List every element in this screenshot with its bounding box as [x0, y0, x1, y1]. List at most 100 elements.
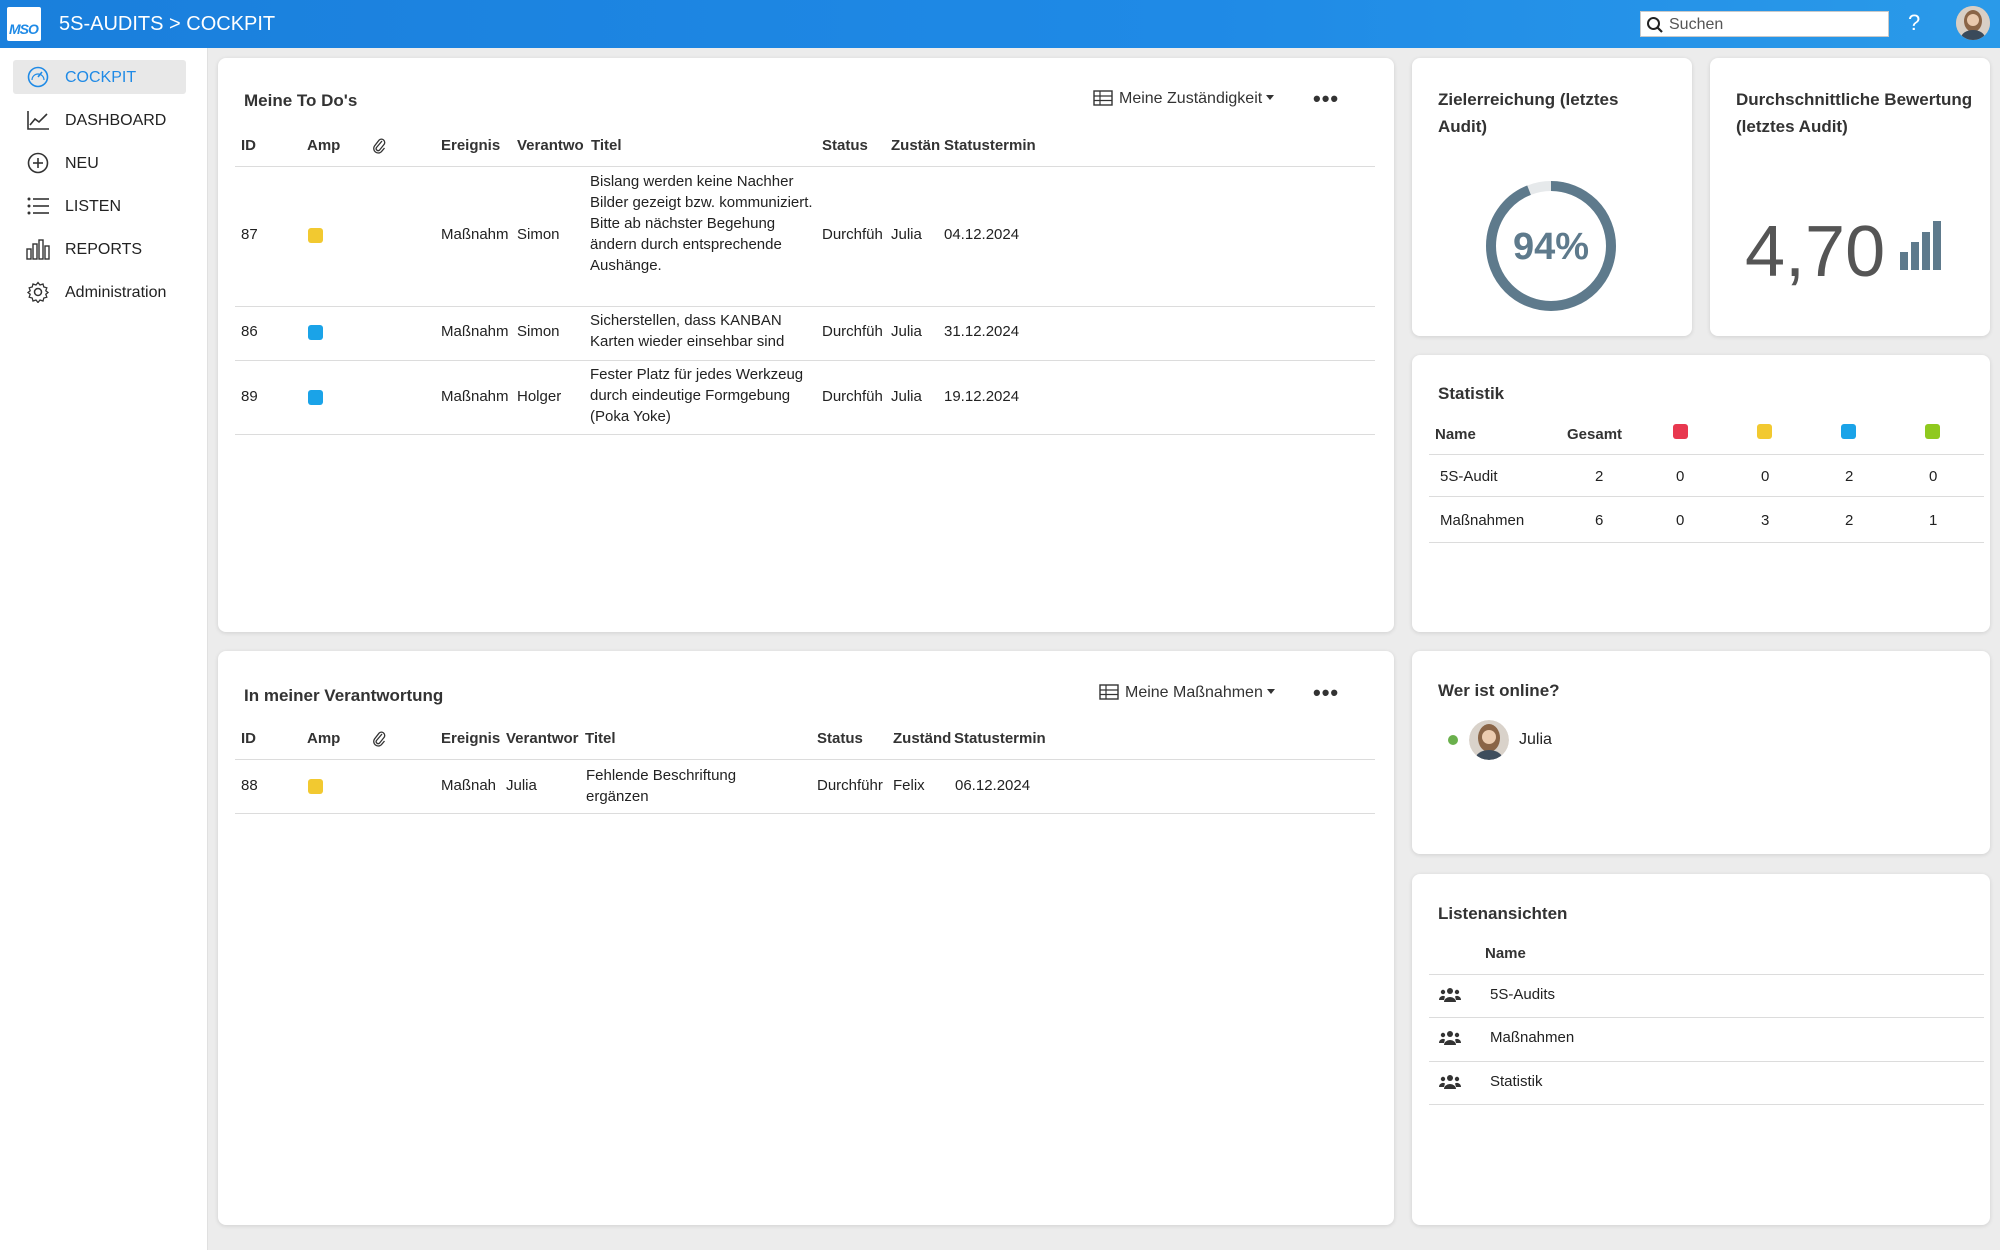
- signal-bars-icon: [1900, 221, 1941, 270]
- bar-chart-icon: [26, 239, 50, 260]
- row-status: Durchfüh: [822, 323, 883, 340]
- sidebar-item-neu[interactable]: NEU: [13, 146, 186, 180]
- stats-row-green: 1: [1929, 512, 1938, 529]
- col-status[interactable]: Status: [822, 137, 868, 154]
- lists-col-name: Name: [1485, 945, 1526, 962]
- breadcrumb[interactable]: 5S-AUDITS > COCKPIT: [59, 13, 275, 36]
- row-ereignis: Maßnahm: [441, 388, 509, 405]
- col-amp[interactable]: Amp: [307, 137, 340, 154]
- row-statustermin: 04.12.2024: [944, 226, 1020, 243]
- todos-view-select[interactable]: Meine Zuständigkeit: [1093, 90, 1275, 108]
- paperclip-icon[interactable]: [372, 137, 386, 154]
- rating-value: 4,70: [1745, 212, 1886, 292]
- row-divider: [1429, 542, 1984, 543]
- row-divider: [235, 434, 1375, 435]
- user-avatar[interactable]: [1956, 6, 1990, 40]
- col-verantwortlich[interactable]: Verantwor: [506, 730, 582, 747]
- online-user-avatar: [1469, 720, 1509, 760]
- table-icon: [1099, 684, 1119, 700]
- search-box[interactable]: [1640, 11, 1889, 37]
- col-status[interactable]: Status: [817, 730, 863, 747]
- gauge-icon: [27, 66, 49, 88]
- sidebar-item-dashboard[interactable]: DASHBOARD: [13, 103, 186, 137]
- list-item-label: 5S-Audits: [1490, 986, 1556, 1003]
- col-titel[interactable]: Titel: [591, 137, 622, 154]
- sidebar-item-listen[interactable]: LISTEN: [13, 189, 186, 223]
- line-chart-icon: [27, 111, 49, 130]
- col-id[interactable]: ID: [241, 137, 256, 154]
- list-item-label: Statistik: [1490, 1073, 1543, 1090]
- sidebar-item-label: LISTEN: [65, 198, 122, 215]
- row-statustermin: 19.12.2024: [944, 388, 1020, 405]
- col-statustermin[interactable]: Statustermin: [954, 730, 1046, 747]
- sidebar-item-label: COCKPIT: [65, 69, 137, 86]
- sidebar-item-label: DASHBOARD: [65, 112, 167, 129]
- stats-row-blue: 2: [1845, 468, 1854, 485]
- col-id[interactable]: ID: [241, 730, 256, 747]
- stats-col-name: Name: [1435, 426, 1476, 443]
- online-title: Wer ist online?: [1438, 681, 1560, 700]
- sidebar-item-reports[interactable]: REPORTS: [13, 232, 186, 266]
- row-zustaendig: Julia: [891, 388, 922, 405]
- users-group-icon: [1439, 988, 1461, 1002]
- col-zustaendig[interactable]: Zuständ: [893, 730, 953, 747]
- list-item-label: Maßnahmen: [1490, 1029, 1575, 1046]
- col-zustaendig[interactable]: Zustän: [891, 137, 943, 154]
- stats-row-yellow: 0: [1761, 468, 1770, 485]
- online-card: Wer ist online? Julia: [1412, 651, 1990, 854]
- chevron-down-icon: [1266, 95, 1275, 100]
- lists-card: Listenansichten Name 5S-Audits Maßnahmen…: [1412, 874, 1990, 1225]
- col-amp[interactable]: Amp: [307, 730, 340, 747]
- row-statustermin: 06.12.2024: [955, 777, 1031, 794]
- col-verantwortlich[interactable]: Verantwo: [517, 137, 587, 154]
- paperclip-icon[interactable]: [372, 730, 386, 747]
- todos-card: Meine To Do's Meine Zuständigkeit ••• ID…: [218, 58, 1394, 632]
- row-id: 89: [241, 388, 258, 405]
- header-divider: [235, 166, 1375, 167]
- online-user-name: Julia: [1519, 731, 1552, 748]
- plus-circle-icon: [27, 152, 49, 174]
- row-zustaendig: Julia: [891, 226, 922, 243]
- table-icon: [1093, 90, 1113, 106]
- search-input[interactable]: [1669, 15, 1884, 35]
- row-divider: [1429, 1017, 1984, 1018]
- col-statustermin[interactable]: Statustermin: [944, 137, 1036, 154]
- row-divider: [1429, 496, 1984, 497]
- status-blue-indicator: [308, 325, 323, 340]
- goal-title: Zielerreichung (letztes Audit): [1438, 90, 1619, 136]
- todos-view-label: Meine Zuständigkeit: [1119, 90, 1263, 107]
- row-divider: [235, 360, 1375, 361]
- responsibility-card: In meiner Verantwortung Meine Maßnahmen …: [218, 651, 1394, 1225]
- app-logo[interactable]: MSO: [7, 7, 41, 41]
- lists-title: Listenansichten: [1438, 904, 1568, 923]
- sidebar-item-administration[interactable]: Administration: [13, 275, 186, 309]
- sidebar-item-label: REPORTS: [65, 241, 143, 258]
- responsibility-more-button[interactable]: •••: [1313, 680, 1339, 706]
- todos-more-button[interactable]: •••: [1313, 86, 1339, 112]
- logo-text: MSO: [9, 21, 39, 37]
- stats-row-yellow: 3: [1761, 512, 1770, 529]
- stats-col-total: Gesamt: [1567, 426, 1623, 443]
- row-zustaendig: Julia: [891, 323, 922, 340]
- sidebar-item-cockpit[interactable]: COCKPIT: [13, 60, 186, 94]
- help-button[interactable]: ?: [1908, 10, 1920, 36]
- col-titel[interactable]: Titel: [585, 730, 616, 747]
- responsibility-title: In meiner Verantwortung: [244, 686, 444, 705]
- row-titel: Bislang werden keine Nachher Bilder geze…: [590, 173, 813, 274]
- row-divider: [1429, 1061, 1984, 1062]
- col-ereignis[interactable]: Ereignis: [441, 137, 500, 154]
- header-divider: [1429, 454, 1984, 455]
- users-group-icon: [1439, 1031, 1461, 1045]
- stats-row-total: 2: [1595, 468, 1604, 485]
- stats-card: Statistik Name Gesamt 5S-Audit 2 0 0 2 0…: [1412, 355, 1990, 632]
- responsibility-view-select[interactable]: Meine Maßnahmen: [1099, 684, 1275, 702]
- row-divider: [235, 306, 1375, 307]
- stats-row-green: 0: [1929, 468, 1938, 485]
- row-ereignis: Maßnahm: [441, 226, 509, 243]
- col-ereignis[interactable]: Ereignis: [441, 730, 500, 747]
- row-verantwortlich: Holger: [517, 388, 562, 405]
- row-titel: Sicherstellen, dass KANBAN Karten wieder…: [590, 312, 785, 350]
- rating-title: Durchschnittliche Bewertung (letztes Aud…: [1736, 90, 1973, 136]
- online-status-dot: [1448, 735, 1458, 745]
- blue-indicator: [1841, 424, 1856, 439]
